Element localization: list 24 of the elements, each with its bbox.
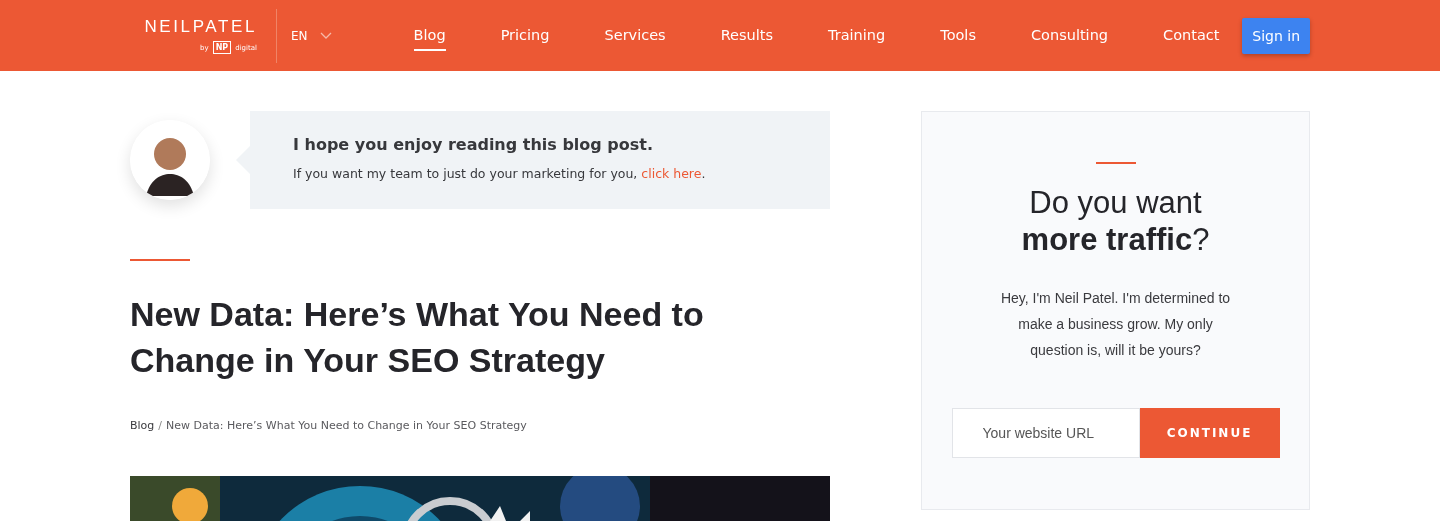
nav-link[interactable]: Tools xyxy=(940,20,976,51)
language-selector[interactable]: EN xyxy=(291,28,332,43)
callout-title: I hope you enjoy reading this blog post. xyxy=(293,135,655,154)
headline-text: Do you want xyxy=(1029,184,1202,221)
nav-link[interactable]: Blog xyxy=(413,20,446,51)
nav-link[interactable]: Consulting xyxy=(1030,20,1109,51)
breadcrumb-current: New Data: Here’s What You Need to Change in Your SEO Strategy xyxy=(166,419,527,432)
logo-badge: NP xyxy=(212,41,232,54)
callout-text: If you want my team to just do your marketing for you, click here. xyxy=(293,166,707,181)
headline-text: more traffic? xyxy=(1021,221,1210,258)
chevron-down-icon xyxy=(319,32,332,39)
breadcrumb-separator: / xyxy=(158,419,163,432)
nav-link[interactable]: Services xyxy=(604,20,666,51)
continue-button[interactable]: CONTINUE xyxy=(1139,408,1280,458)
pitch-text: Hey, I'm Neil Patel. I'm determined to make a business grow. My only question is, will it be yours? xyxy=(999,289,1232,360)
nav-link[interactable]: Training xyxy=(828,20,886,51)
nav-link[interactable]: Contact xyxy=(1163,20,1220,51)
nav-link[interactable]: Results xyxy=(720,20,773,51)
breadcrumb-link[interactable]: Blog xyxy=(130,419,155,432)
sign-in-button[interactable]: Sign in xyxy=(1242,17,1310,54)
article-title: New Data: Here’s What You Need to Change in Your SEO Strategy xyxy=(130,294,705,381)
nav-link[interactable]: Pricing xyxy=(500,20,550,51)
logo-wordmark[interactable]: NEILPATEL xyxy=(144,17,257,37)
website-url-field[interactable]: Your website URL xyxy=(951,408,1140,458)
